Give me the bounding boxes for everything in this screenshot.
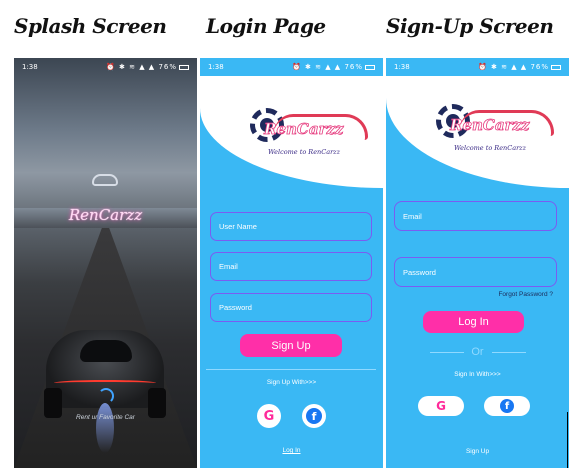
- or-separator: Or: [471, 346, 484, 358]
- facebook-button[interactable]: f: [302, 404, 326, 428]
- login-page-title: Login Page: [206, 14, 326, 38]
- signup-with-label: Sign Up With>>>: [266, 379, 317, 386]
- status-time: 1:38: [22, 63, 38, 71]
- welcome-text: Welcome to RenCarzz: [268, 148, 341, 156]
- status-icons: ⏰ ✱ ≋ ▲ ▲ 76%: [292, 63, 375, 71]
- signin-with-label: Sign In With>>>: [454, 371, 501, 378]
- logo-wordmark: RenCarzz: [450, 116, 530, 135]
- status-bar: 1:38 ⏰ ✱ ≋ ▲ ▲ 76%: [200, 58, 383, 76]
- status-icons: ⏰ ✱ ≋ ▲ ▲ 76%: [478, 63, 561, 71]
- app-brand: RenCarzz: [68, 206, 143, 224]
- signup-screen-title: Sign-Up Screen: [386, 14, 554, 38]
- status-time: 1:38: [208, 63, 224, 71]
- light-trail: [96, 403, 114, 453]
- app-logo: RenCarzz Welcome to RenCarzz: [248, 102, 368, 172]
- forgot-password-link[interactable]: Forgot Password ?: [498, 291, 553, 298]
- status-bar: 1:38 ⏰ ✱ ≋ ▲ ▲ 76%: [386, 58, 569, 76]
- status-bar: 1:38 ⏰ ✱ ≋ ▲ ▲ 76%: [14, 58, 197, 76]
- edge-line: [567, 412, 568, 468]
- login-link[interactable]: Log In: [200, 447, 383, 454]
- app-logo: RenCarzz Welcome to RenCarzz: [434, 98, 554, 168]
- splash-tagline: Rent ur Favorite Car: [76, 414, 135, 421]
- facebook-button[interactable]: f: [484, 396, 530, 416]
- car-outline-icon: [92, 174, 118, 186]
- logo-wordmark: RenCarzz: [264, 120, 344, 139]
- car-window: [80, 340, 132, 362]
- username-input[interactable]: User Name: [210, 212, 372, 241]
- battery-icon: [179, 64, 189, 70]
- google-button[interactable]: G: [257, 404, 281, 428]
- google-icon: G: [263, 408, 275, 424]
- divider-right: [492, 352, 526, 353]
- status-time: 1:38: [394, 63, 410, 71]
- status-icons: ⏰ ✱ ≋ ▲ ▲ 76%: [106, 63, 189, 71]
- signup-button[interactable]: Sign Up: [240, 334, 342, 357]
- battery-icon: [365, 64, 375, 70]
- loading-spinner-icon: [98, 388, 114, 404]
- signup-link[interactable]: Sign Up: [386, 448, 569, 455]
- divider: [206, 369, 376, 370]
- facebook-icon: f: [306, 408, 322, 424]
- facebook-icon: f: [500, 399, 514, 413]
- password-input[interactable]: Password: [394, 257, 557, 287]
- battery-icon: [551, 64, 561, 70]
- google-icon: G: [436, 399, 446, 413]
- splash-screen: 1:38 ⏰ ✱ ≋ ▲ ▲ 76% RenCarzz Rent ur Favo…: [14, 58, 197, 468]
- signup-screen: 1:38 ⏰ ✱ ≋ ▲ ▲ 76% RenCarzz Welcome to R…: [386, 58, 569, 468]
- tail-light: [54, 380, 156, 386]
- login-page: 1:38 ⏰ ✱ ≋ ▲ ▲ 76% RenCarzz Welcome to R…: [200, 58, 383, 468]
- email-input[interactable]: Email: [394, 201, 557, 231]
- google-button[interactable]: G: [418, 396, 464, 416]
- splash-screen-title: Splash Screen: [14, 14, 167, 38]
- email-input[interactable]: Email: [210, 252, 372, 281]
- login-button[interactable]: Log In: [423, 311, 524, 333]
- password-input[interactable]: Password: [210, 293, 372, 322]
- welcome-text: Welcome to RenCarzz: [454, 144, 527, 152]
